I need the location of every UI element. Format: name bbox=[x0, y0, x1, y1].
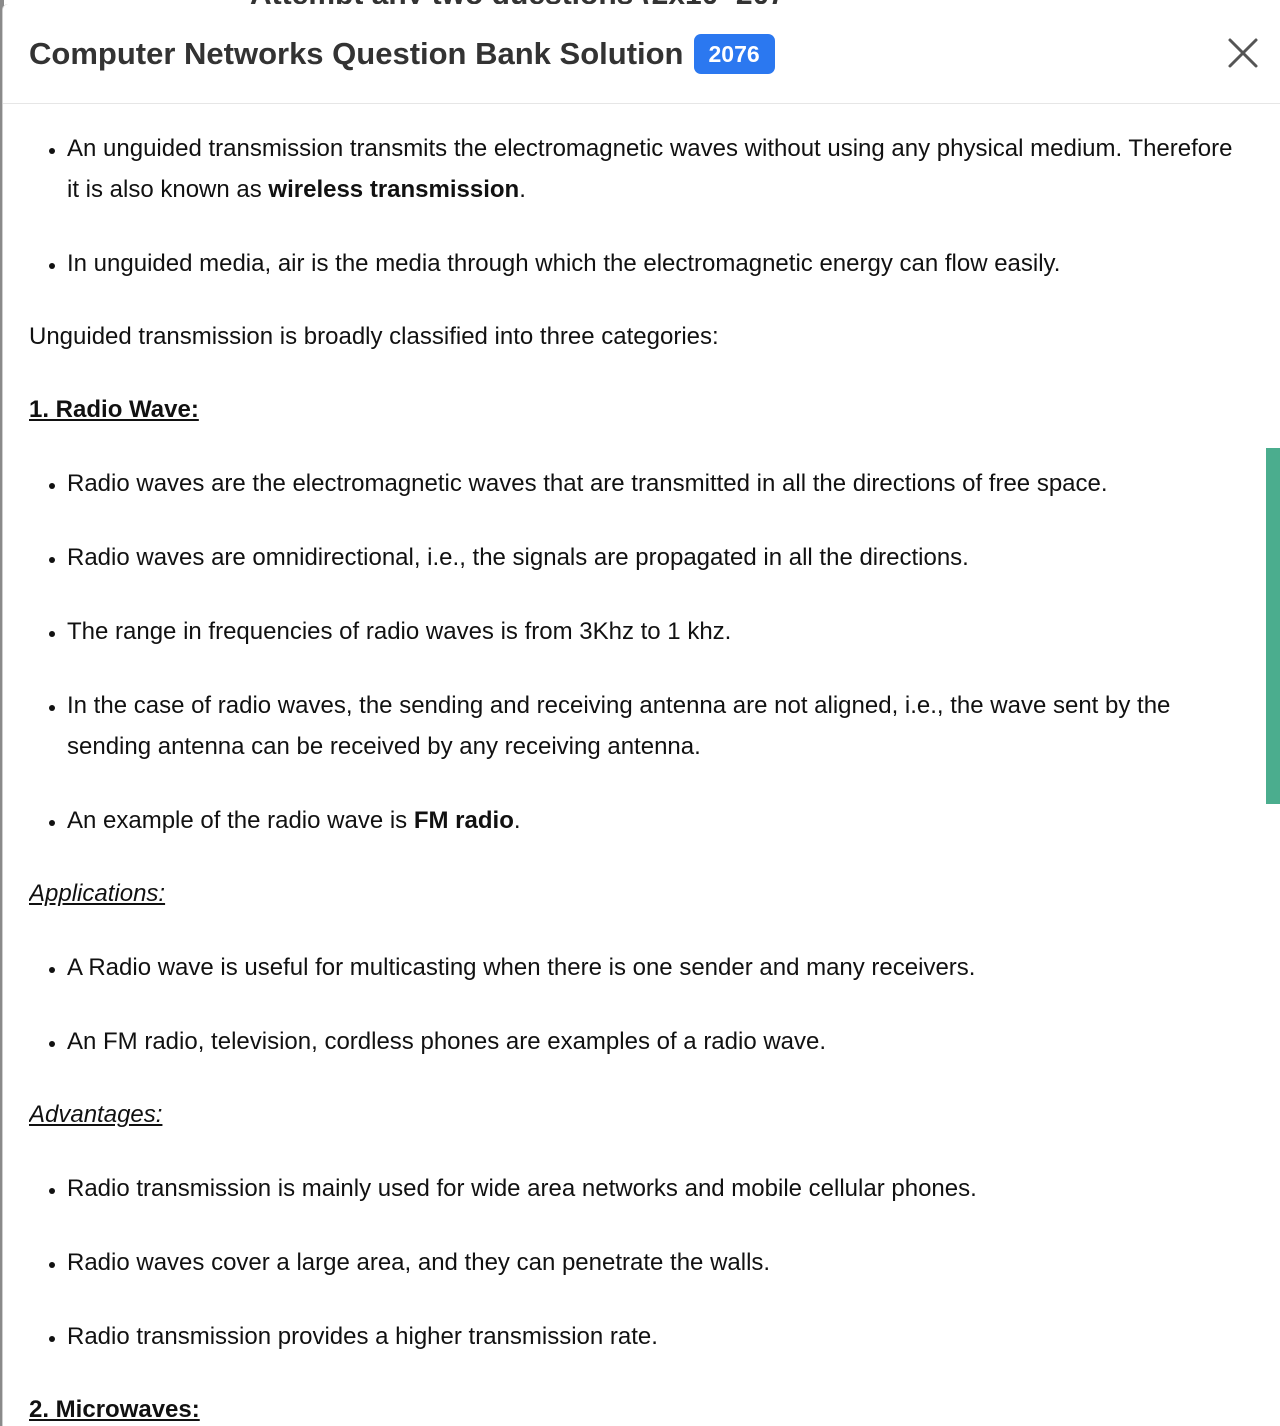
list-item: An example of the radio wave is FM radio… bbox=[67, 800, 1249, 841]
list-item: A Radio wave is useful for multicasting … bbox=[67, 947, 1249, 988]
bold-term: wireless transmission bbox=[268, 176, 520, 203]
list-item: Radio transmission provides a higher tra… bbox=[67, 1316, 1249, 1357]
list-item: Radio waves are omnidirectional, i.e., t… bbox=[67, 537, 1249, 578]
section-heading-microwaves: 2. Microwaves: bbox=[29, 1396, 200, 1423]
list-item: Radio transmission is mainly used for wi… bbox=[67, 1168, 1249, 1209]
list-item: In the case of radio waves, the sending … bbox=[67, 685, 1249, 767]
modal-header: Computer Networks Question Bank Solution… bbox=[3, 4, 1280, 104]
list-item: In unguided media, air is the media thro… bbox=[67, 243, 1249, 284]
section-heading-radio-wave: 1. Radio Wave: bbox=[29, 396, 199, 423]
modal-title: Computer Networks Question Bank Solution… bbox=[29, 34, 775, 74]
year-badge: 2076 bbox=[693, 34, 775, 74]
solution-modal: Computer Networks Question Bank Solution… bbox=[3, 4, 1280, 1426]
intro-list: An unguided transmission transmits the e… bbox=[29, 128, 1249, 284]
advantages-list: Radio transmission is mainly used for wi… bbox=[29, 1168, 1249, 1357]
list-item: Radio waves are the electromagnetic wave… bbox=[67, 463, 1249, 504]
bold-term: FM radio bbox=[413, 807, 514, 834]
advantages-heading: Advantages: bbox=[29, 1101, 163, 1128]
close-icon bbox=[1228, 38, 1258, 68]
list-item: An FM radio, television, cordless phones… bbox=[67, 1021, 1249, 1062]
modal-title-text: Computer Networks Question Bank Solution bbox=[29, 36, 684, 71]
applications-heading: Applications: bbox=[29, 880, 166, 907]
close-button[interactable] bbox=[1223, 33, 1263, 73]
classification-text: Unguided transmission is broadly classif… bbox=[29, 323, 719, 350]
list-item: An unguided transmission transmits the e… bbox=[67, 128, 1249, 210]
list-item: The range in frequencies of radio waves … bbox=[67, 611, 1249, 652]
modal-body[interactable]: An unguided transmission transmits the e… bbox=[29, 104, 1249, 1426]
radio-wave-list: Radio waves are the electromagnetic wave… bbox=[29, 463, 1249, 841]
list-item: Radio waves cover a large area, and they… bbox=[67, 1242, 1249, 1283]
scrollbar-thumb[interactable] bbox=[1266, 448, 1280, 804]
applications-list: A Radio wave is useful for multicasting … bbox=[29, 947, 1249, 1062]
